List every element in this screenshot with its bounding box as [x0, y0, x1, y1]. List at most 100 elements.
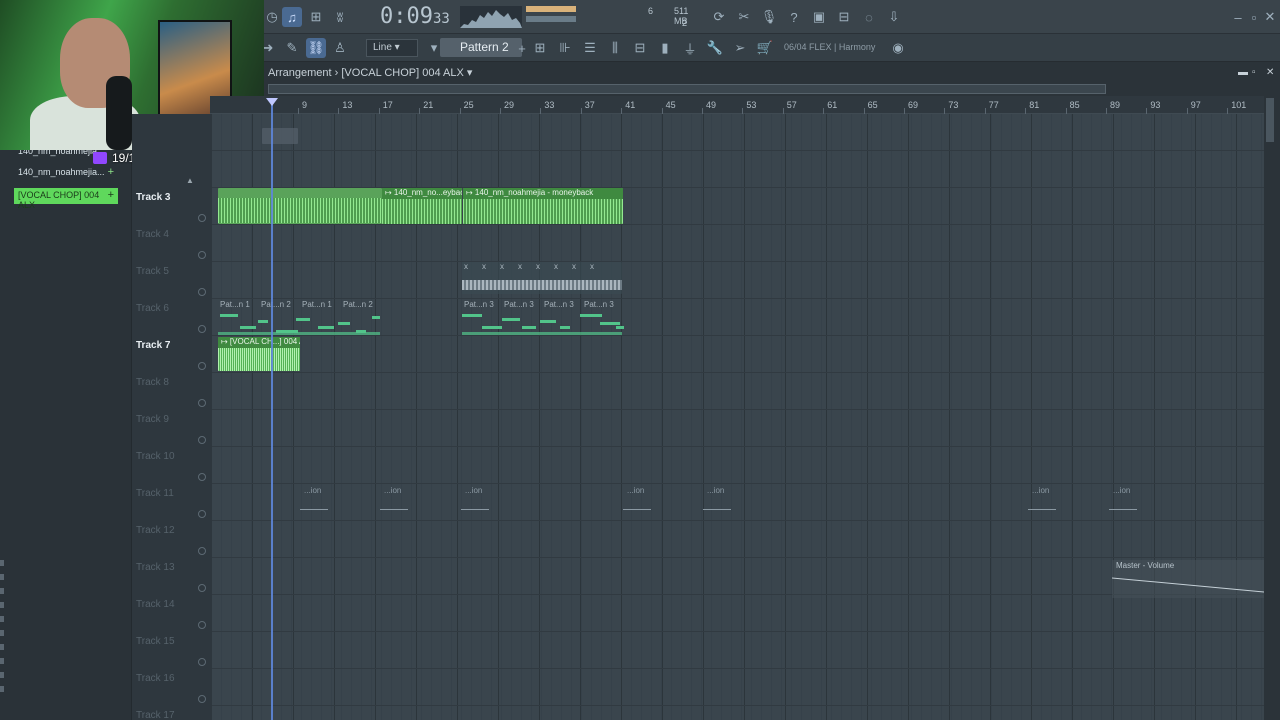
add-pattern-icon[interactable]: +	[512, 38, 532, 58]
automation-clip[interactable]: ...ion	[621, 486, 644, 495]
track-mute-button[interactable]	[198, 621, 206, 629]
track-mute-button[interactable]	[198, 288, 206, 296]
playhead[interactable]	[271, 98, 273, 720]
track-name[interactable]: Track 9	[136, 414, 169, 425]
pattern-note	[220, 314, 238, 317]
restore-window-icon[interactable]: ▫	[1252, 67, 1256, 78]
track-name[interactable]: Track 6	[136, 303, 169, 314]
metronome-icon[interactable]: ⊞	[306, 7, 326, 27]
automation-clip[interactable]: ...ion	[1107, 486, 1130, 495]
pattern-label[interactable]: Pat...n 2	[343, 300, 373, 309]
wrench-icon[interactable]: 🔧	[705, 38, 725, 58]
channel-rack-icon[interactable]: ☰	[580, 38, 600, 58]
track-name[interactable]: Track 5	[136, 266, 169, 277]
track-mute-button[interactable]	[198, 251, 206, 259]
wait-icon[interactable]: ʬ	[330, 7, 350, 27]
track-mute-button[interactable]	[198, 399, 206, 407]
chat-icon[interactable]: ◌	[859, 7, 879, 27]
piano-roll-icon[interactable]: ⊪	[555, 38, 575, 58]
clock-icon[interactable]: ◷	[262, 7, 282, 27]
automation-clip[interactable]: ...ion	[701, 486, 724, 495]
ghost-clip[interactable]	[262, 128, 298, 144]
timeline-ruler[interactable]: 9 13 17 21 25 29 33 37 41 45 49 53 57 61 65 69 73 77 81 85 8…	[210, 96, 1264, 114]
pattern-label[interactable]: Pat...n 3	[584, 300, 614, 309]
add-icon[interactable]: +	[108, 166, 114, 178]
stamp-icon[interactable]: ♙	[330, 38, 350, 58]
track-name[interactable]: Track 3	[136, 192, 170, 203]
automation-clip[interactable]: ...ion	[298, 486, 321, 495]
track-mute-button[interactable]	[198, 584, 206, 592]
refresh-icon[interactable]: ⟳	[709, 7, 729, 27]
track-name[interactable]: Track 13	[136, 562, 175, 573]
help-icon[interactable]: ?	[784, 7, 804, 27]
horizontal-scrollbar[interactable]	[268, 84, 1106, 94]
automation-clip[interactable]: ...ion	[459, 486, 482, 495]
track-name[interactable]: Track 8	[136, 377, 169, 388]
playlist-icon[interactable]: ⊞	[530, 38, 550, 58]
globe-icon[interactable]: ◉	[888, 38, 908, 58]
pattern-label[interactable]: Pat...n 1	[302, 300, 332, 309]
automation-clip[interactable]: ...ion	[378, 486, 401, 495]
track-name[interactable]: Track 10	[136, 451, 175, 462]
track-mute-button[interactable]	[198, 214, 206, 222]
microphone-icon[interactable]: 🎙	[759, 7, 779, 27]
track-name[interactable]: Track 7	[136, 340, 170, 351]
browser-item[interactable]: 140_nm_noahmejia... +	[14, 165, 118, 181]
download-icon[interactable]: ⇩	[884, 7, 904, 27]
track-name[interactable]: Track 15	[136, 636, 175, 647]
pattern-note-row	[462, 332, 622, 335]
pencil-icon[interactable]: ✎	[282, 38, 302, 58]
collapse-icon[interactable]: ▲	[186, 176, 194, 185]
mixer-view-icon[interactable]: ⫼	[605, 38, 625, 58]
audio-clip[interactable]	[218, 188, 382, 224]
tempo-icon[interactable]: ♫	[282, 7, 302, 27]
track-mute-button[interactable]	[198, 510, 206, 518]
track-mute-button[interactable]	[198, 695, 206, 703]
track-name[interactable]: Track 11	[136, 488, 174, 499]
add-icon[interactable]: +	[108, 189, 114, 201]
master-volume-clip[interactable]: Master - Volume	[1112, 560, 1264, 598]
pattern-label[interactable]: Pat...n 3	[544, 300, 574, 309]
audio-clip[interactable]: ↦ 140_nm_no...eyback	[382, 188, 462, 224]
snap-select[interactable]: Line ▾	[366, 39, 418, 57]
mixer-icon[interactable]: ⊟	[834, 7, 854, 27]
track-mute-button[interactable]	[198, 436, 206, 444]
save-icon[interactable]: ▣	[809, 7, 829, 27]
send-icon[interactable]: ➢	[730, 38, 750, 58]
pattern-label[interactable]: Pat...n 3	[504, 300, 534, 309]
plugin-icon[interactable]: ▮	[655, 38, 675, 58]
pattern-note	[462, 314, 482, 317]
pattern-label[interactable]: Pat...n 1	[220, 300, 250, 309]
close-window-icon[interactable]: ✕	[1266, 67, 1274, 78]
pattern-label[interactable]: Pat...n 3	[464, 300, 494, 309]
pattern-selector[interactable]: Pattern 2	[440, 38, 522, 57]
playhead-marker[interactable]	[266, 98, 278, 106]
track-name[interactable]: Track 17	[136, 710, 175, 720]
track-mute-button[interactable]	[198, 547, 206, 555]
cart-icon[interactable]: 🛒	[755, 38, 775, 58]
vocal-chop-clip[interactable]: ↦ [VOCAL CH...] 004 ALX	[218, 337, 300, 371]
twitch-icon	[93, 152, 107, 164]
browser-icon[interactable]: ⊟	[630, 38, 650, 58]
browser-item-selected[interactable]: [VOCAL CHOP] 004 ALX +	[14, 188, 118, 210]
link-icon[interactable]: ⛓	[306, 38, 326, 58]
close-icon[interactable]: ✕	[1260, 7, 1280, 27]
arrangement-title[interactable]: Arrangement › [VOCAL CHOP] 004 ALX ▾	[262, 64, 1280, 82]
automation-clip[interactable]: ...ion	[1026, 486, 1049, 495]
clip-label: ...ion	[304, 486, 322, 495]
track-mute-button[interactable]	[198, 325, 206, 333]
track-name[interactable]: Track 16	[136, 673, 175, 684]
pattern-label[interactable]: Pat...n 2	[261, 300, 291, 309]
minimize-window-icon[interactable]: ▬	[1238, 67, 1248, 78]
cut-icon[interactable]: ✂	[734, 7, 754, 27]
plug-icon[interactable]: ⏚	[680, 38, 700, 58]
audio-clip[interactable]: ↦ 140_nm_noahmejia - moneyback	[463, 188, 623, 224]
track-mute-button[interactable]	[198, 473, 206, 481]
track-name[interactable]: Track 12	[136, 525, 175, 536]
track-name[interactable]: Track 14	[136, 599, 175, 610]
track-mute-button[interactable]	[198, 362, 206, 370]
track-mute-button[interactable]	[198, 658, 206, 666]
vertical-scrollbar[interactable]	[1266, 98, 1274, 142]
track-name[interactable]: Track 4	[136, 229, 169, 240]
pattern-clip[interactable]: xxxxxxxx	[462, 262, 622, 294]
